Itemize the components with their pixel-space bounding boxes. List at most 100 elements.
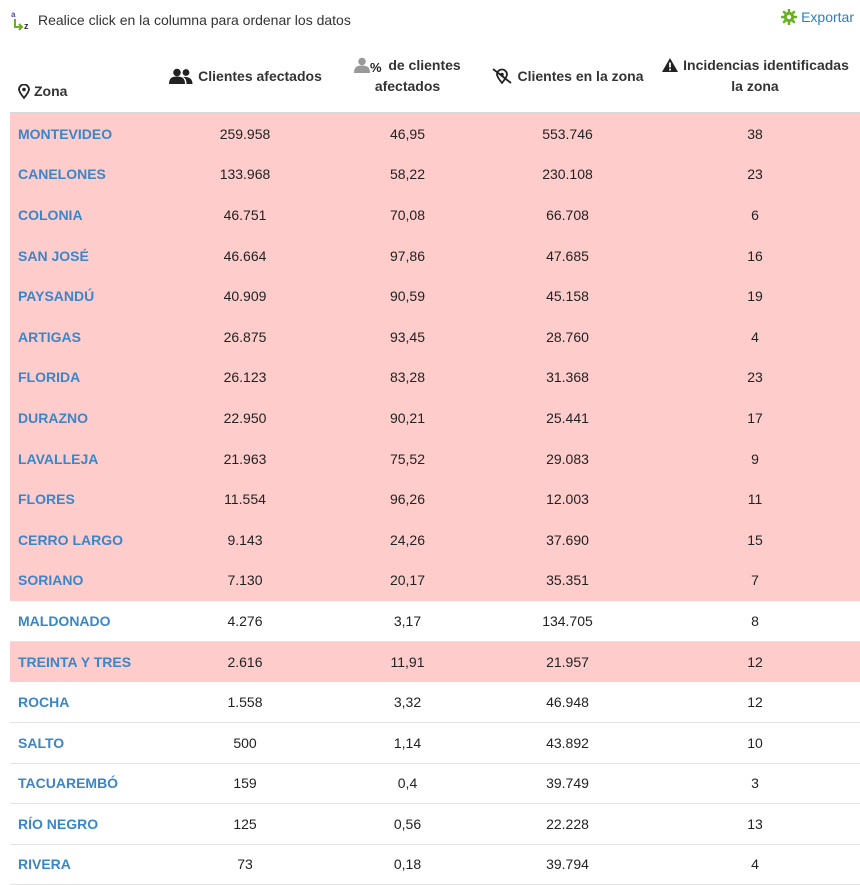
clientes-afectados-cell: 125: [160, 803, 330, 845]
incidencias-cell: 7: [650, 560, 860, 602]
pct-afectados-cell: 70,08: [330, 194, 485, 236]
zone-cell[interactable]: PAYSANDÚ: [10, 275, 160, 317]
zone-cell[interactable]: COLONIA: [10, 194, 160, 236]
column-header-clientes-zona[interactable]: Clientes en la zona: [485, 40, 650, 114]
zone-cell[interactable]: FLORES: [10, 478, 160, 520]
header-clientes-zona-label: Clientes en la zona: [517, 67, 644, 84]
svg-text:a: a: [11, 10, 16, 19]
incidencias-cell: 38: [650, 113, 860, 155]
header-zona-label: Zona: [34, 83, 68, 99]
table-row: RIVERA 73 0,18 39.794 4: [10, 844, 860, 885]
incidencias-cell: 16: [650, 235, 860, 277]
clientes-afectados-cell: 26.123: [160, 357, 330, 399]
table-row: FLORES 11.554 96,26 12.003 11: [10, 478, 860, 520]
clientes-zona-cell: 47.685: [485, 235, 650, 277]
clientes-afectados-cell: 159: [160, 763, 330, 805]
table-row: CANELONES 133.968 58,22 230.108 23: [10, 154, 860, 196]
column-header-incidencias[interactable]: Incidencias identificadas la zona: [650, 40, 860, 114]
gear-icon: [781, 9, 798, 25]
pct-afectados-cell: 83,28: [330, 357, 485, 399]
pct-afectados-cell: 90,21: [330, 397, 485, 439]
zone-cell[interactable]: CANELONES: [10, 154, 160, 196]
table-row: CERRO LARGO 9.143 24,26 37.690 15: [10, 519, 860, 561]
sort-hint: a z Realice click en la columna para ord…: [10, 9, 351, 31]
clientes-zona-cell: 39.794: [485, 844, 650, 885]
incidencias-cell: 4: [650, 844, 860, 885]
zone-cell[interactable]: SAN JOSÉ: [10, 235, 160, 277]
zone-cell[interactable]: CERRO LARGO: [10, 519, 160, 561]
zone-cell[interactable]: SALTO: [10, 722, 160, 764]
incidencias-cell: 12: [650, 641, 860, 683]
sort-hint-text: Realice click en la columna para ordenar…: [38, 12, 351, 28]
incidencias-cell: 9: [650, 438, 860, 480]
clientes-afectados-cell: 4.276: [160, 600, 330, 642]
clientes-zona-cell: 553.746: [485, 113, 650, 155]
zone-cell[interactable]: LAVALLEJA: [10, 438, 160, 480]
zone-cell[interactable]: TACUAREMBÓ: [10, 763, 160, 805]
incidencias-cell: 19: [650, 275, 860, 317]
table-body: MONTEVIDEO 259.958 46,95 553.746 38 CANELONES…: [10, 113, 860, 885]
zone-cell[interactable]: DURAZNO: [10, 397, 160, 439]
pct-afectados-cell: 97,86: [330, 235, 485, 277]
zone-cell[interactable]: SORIANO: [10, 560, 160, 602]
clientes-afectados-cell: 7.130: [160, 560, 330, 602]
clientes-zona-cell: 25.441: [485, 397, 650, 439]
clientes-zona-cell: 39.749: [485, 763, 650, 805]
zones-table: Zona Clientes afectados % de clientes af…: [10, 40, 860, 885]
table-row: TREINTA Y TRES 2.616 11,91 21.957 12: [10, 641, 860, 683]
incidencias-cell: 23: [650, 357, 860, 399]
clientes-zona-cell: 12.003: [485, 478, 650, 520]
clientes-zona-cell: 29.083: [485, 438, 650, 480]
sort-az-icon: a z: [10, 9, 34, 31]
table-row: SAN JOSÉ 46.664 97,86 47.685 16: [10, 235, 860, 277]
users-icon: [169, 68, 193, 84]
clientes-afectados-cell: 46.751: [160, 194, 330, 236]
clientes-zona-cell: 31.368: [485, 357, 650, 399]
incidencias-cell: 23: [650, 154, 860, 196]
zone-cell[interactable]: MONTEVIDEO: [10, 113, 160, 155]
clientes-zona-cell: 22.228: [485, 803, 650, 845]
zone-cell[interactable]: RIVERA: [10, 844, 160, 885]
table-row: MALDONADO 4.276 3,17 134.705 8: [10, 600, 860, 642]
pct-afectados-cell: 0,18: [330, 844, 485, 885]
zone-cell[interactable]: FLORIDA: [10, 357, 160, 399]
incidencias-cell: 6: [650, 194, 860, 236]
clientes-afectados-cell: 259.958: [160, 113, 330, 155]
table-row: ROCHA 1.558 3,32 46.948 12: [10, 681, 860, 723]
clientes-zona-cell: 46.948: [485, 681, 650, 723]
zone-cell[interactable]: ARTIGAS: [10, 316, 160, 358]
clientes-zona-cell: 134.705: [485, 600, 650, 642]
clientes-zona-cell: 45.158: [485, 275, 650, 317]
table-row: TACUAREMBÓ 159 0,4 39.749 3: [10, 763, 860, 805]
pct-afectados-cell: 3,32: [330, 681, 485, 723]
incidencias-cell: 4: [650, 316, 860, 358]
zone-cell[interactable]: TREINTA Y TRES: [10, 641, 160, 683]
table-row: SORIANO 7.130 20,17 35.351 7: [10, 560, 860, 602]
map-pin-icon: [18, 84, 30, 99]
zone-cell[interactable]: MALDONADO: [10, 600, 160, 642]
pct-afectados-cell: 90,59: [330, 275, 485, 317]
column-header-pct-afectados[interactable]: % de clientes afectados: [330, 40, 485, 114]
clientes-afectados-cell: 46.664: [160, 235, 330, 277]
incidencias-cell: 8: [650, 600, 860, 642]
pct-afectados-cell: 0,56: [330, 803, 485, 845]
table-row: DURAZNO 22.950 90,21 25.441 17: [10, 397, 860, 439]
clientes-zona-cell: 21.957: [485, 641, 650, 683]
svg-text:z: z: [24, 21, 29, 31]
column-header-zona[interactable]: Zona: [10, 40, 160, 114]
zone-cell[interactable]: RÍO NEGRO: [10, 803, 160, 845]
column-header-clientes-afectados[interactable]: Clientes afectados: [160, 40, 330, 114]
top-toolbar: a z Realice click en la columna para ord…: [0, 0, 860, 36]
pct-afectados-cell: 93,45: [330, 316, 485, 358]
clientes-zona-cell: 28.760: [485, 316, 650, 358]
clientes-afectados-cell: 26.875: [160, 316, 330, 358]
header-incidencias-label: Incidencias identificadas la zona: [683, 57, 849, 94]
header-clientes-afectados-label: Clientes afectados: [198, 67, 322, 84]
export-button[interactable]: Exportar: [781, 9, 854, 25]
pct-afectados-cell: 3,17: [330, 600, 485, 642]
incidencias-cell: 11: [650, 478, 860, 520]
incidencias-cell: 13: [650, 803, 860, 845]
pct-afectados-cell: 1,14: [330, 722, 485, 764]
clientes-afectados-cell: 11.554: [160, 478, 330, 520]
zone-cell[interactable]: ROCHA: [10, 681, 160, 723]
